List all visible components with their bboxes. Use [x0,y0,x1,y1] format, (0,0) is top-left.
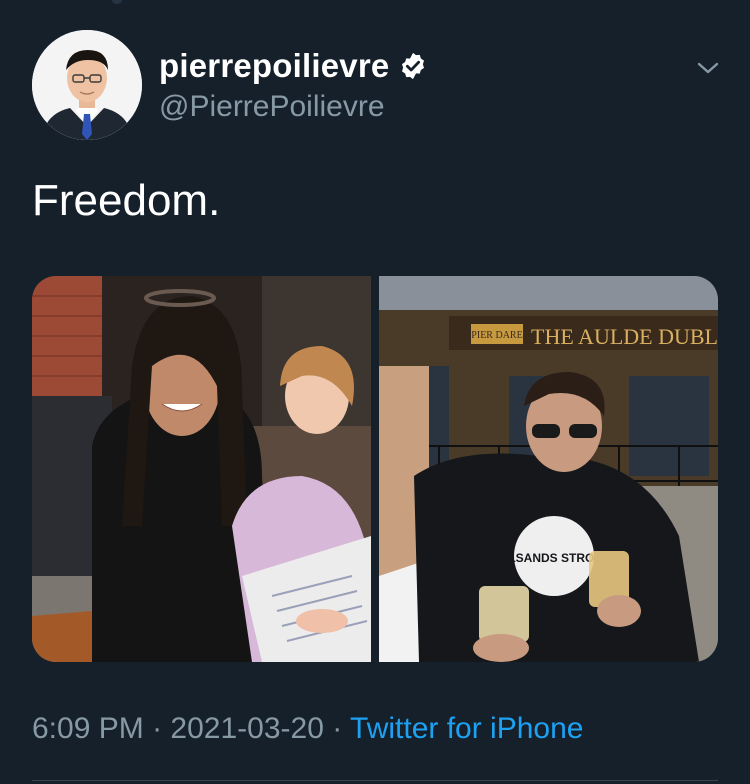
tweet-time[interactable]: 6:09 PM [32,712,144,745]
tweet-date[interactable]: 2021-03-20 [170,712,323,745]
divider [32,780,718,781]
tweet-meta: 6:09 PM · 2021-03-20 · Twitter for iPhon… [32,712,583,746]
photo-right[interactable]: PIER DARE THE AULDE DUBLIN OILSANDS [379,276,718,662]
chevron-down-icon[interactable] [694,54,722,82]
tweet-source[interactable]: Twitter for iPhone [350,712,583,745]
meta-separator: · [152,712,163,745]
photo-left[interactable] [32,276,371,662]
media-grid: PIER DARE THE AULDE DUBLIN OILSANDS [32,276,718,662]
tweet-header: pierrepoilievre @PierrePoilievre [32,30,722,142]
meta-separator: · [332,712,343,745]
tweet-text: Freedom. [32,176,221,225]
display-name[interactable]: pierrepoilievre [159,47,389,85]
handle[interactable]: @PierrePoilievre [159,90,428,124]
previous-tweet-edge [0,0,750,6]
avatar[interactable] [32,30,142,140]
display-name-row: pierrepoilievre [159,46,428,86]
pub-sign: THE AULDE DUBLIN [531,324,718,349]
verified-badge-icon [398,51,428,81]
photo-gap [371,276,379,662]
pub-small-sign: PIER DARE [471,330,522,341]
author-names: pierrepoilievre @PierrePoilievre [159,46,428,124]
